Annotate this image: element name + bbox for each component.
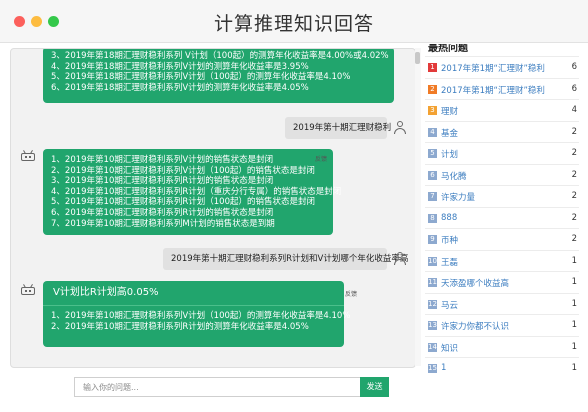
hot-question-item[interactable]: 6 马化腾 2 bbox=[425, 163, 579, 187]
hot-question-item[interactable]: 7 许家力量 2 bbox=[425, 185, 579, 208]
hot-question-item[interactable]: 5 计划 2 bbox=[425, 142, 579, 165]
question-count: 1 bbox=[571, 320, 577, 330]
robot-avatar-icon bbox=[21, 283, 35, 296]
hot-question-item[interactable]: 2 2017年第1期“汇理财”稳利 6 bbox=[425, 77, 579, 101]
user-avatar-icon bbox=[394, 252, 406, 266]
hot-question-item[interactable]: 8 888 2 bbox=[425, 206, 579, 230]
hot-question-item[interactable]: 11 天添盈哪个收益高 1 bbox=[425, 271, 579, 294]
question-count: 1 bbox=[571, 341, 577, 352]
hot-question-link[interactable]: 1 bbox=[441, 363, 561, 373]
question-count: 2 bbox=[571, 212, 577, 223]
user-message: 2019年第十期汇理财稳利 bbox=[285, 117, 391, 139]
bot-message-line: 5、2019年第10期汇理财稳利系列R计划（100起）的销售状态是封闭 bbox=[51, 197, 315, 208]
rank-badge: 12 bbox=[428, 299, 437, 309]
bot-message-line: 4、2019年第10期汇理财稳利系列R计划（重庆分行专属）的销售状态是封闭 bbox=[51, 186, 342, 197]
question-count: 2 bbox=[571, 169, 577, 180]
rank-badge: 11 bbox=[428, 278, 437, 287]
hot-question-link[interactable]: 王磊 bbox=[441, 256, 561, 268]
bot-message-line: 6、2019年第10期汇理财稳利系列R计划的销售状态是封闭 bbox=[51, 207, 274, 218]
hot-question-link[interactable]: 理财 bbox=[441, 105, 561, 117]
hot-question-link[interactable]: 基金 bbox=[441, 127, 561, 139]
rank-badge: 2 bbox=[428, 84, 437, 94]
hot-question-item[interactable]: 15 1 1 bbox=[425, 357, 579, 374]
rank-badge: 15 bbox=[428, 364, 437, 373]
chat-scrollbar[interactable] bbox=[415, 48, 421, 366]
chat-scrollbar-thumb[interactable] bbox=[415, 52, 420, 64]
sidebar-title: 最热问题 bbox=[428, 44, 468, 54]
question-count: 4 bbox=[571, 105, 577, 115]
bot-message: 1、2019年第10期汇理财稳利系列V计划的销售状态是封闭 2、2019年第10… bbox=[43, 149, 342, 235]
bot-message-line: 4、2019年第18期汇理财稳利系列V计划的测算年化收益率是3.95% bbox=[51, 61, 309, 72]
question-count: 1 bbox=[571, 255, 577, 266]
app-window: 计算推理知识回答 3、2019年第18期汇理财稳利系列 V计划（100起）的测算… bbox=[0, 0, 588, 412]
question-count: 6 bbox=[571, 62, 577, 72]
rank-badge: 8 bbox=[428, 213, 437, 223]
question-input[interactable] bbox=[74, 377, 361, 397]
hot-question-link[interactable]: 2017年第1期“汇理财”稳利 bbox=[441, 84, 561, 96]
rank-badge: 14 bbox=[428, 342, 437, 352]
send-button[interactable]: 发送 bbox=[360, 377, 389, 397]
answer-headline: V计划比R计划高0.05% bbox=[43, 281, 344, 306]
hot-question-link[interactable]: 许家力你都不认识 bbox=[441, 320, 561, 332]
question-count: 2 bbox=[571, 234, 577, 244]
rank-badge: 9 bbox=[428, 235, 437, 244]
question-count: 6 bbox=[571, 83, 577, 94]
question-count: 2 bbox=[571, 191, 577, 201]
feedback-link[interactable]: 反馈 bbox=[345, 289, 357, 298]
hot-question-link[interactable]: 知识 bbox=[441, 342, 561, 354]
hot-question-item[interactable]: 4 基金 2 bbox=[425, 120, 579, 144]
title-bar: 计算推理知识回答 bbox=[0, 0, 588, 43]
question-count: 2 bbox=[571, 126, 577, 137]
bot-message-line: 6、2019年第18期汇理财稳利系列V计划的测算年化收益率是4.05% bbox=[51, 82, 309, 93]
window-title: 计算推理知识回答 bbox=[213, 13, 374, 35]
rank-badge: 1 bbox=[428, 63, 437, 72]
question-count: 1 bbox=[571, 298, 577, 309]
hot-question-link[interactable]: 币种 bbox=[441, 234, 561, 246]
rank-badge: 6 bbox=[428, 170, 437, 180]
rank-badge: 3 bbox=[428, 106, 437, 115]
user-message: 2019年第十期汇理财稳利系列R计划和V计划哪个年化收益率高 bbox=[163, 248, 408, 270]
bot-message-line: 7、2019年第10期汇理财稳利系列M计划的销售状态是到期 bbox=[51, 218, 275, 229]
hot-question-item[interactable]: 3 理财 4 bbox=[425, 99, 579, 122]
hot-question-link[interactable]: 马云 bbox=[441, 299, 561, 311]
question-count: 1 bbox=[571, 277, 577, 287]
bot-message-line: 5、2019年第18期汇理财稳利系列V计划（100起）的测算年化收益率是4.10… bbox=[51, 72, 351, 83]
hot-question-link[interactable]: 许家力量 bbox=[441, 191, 561, 203]
hot-question-link[interactable]: 888 bbox=[441, 213, 561, 223]
hot-questions-sidebar: 最热问题 1 2017年第1期“汇理财”稳利 6 2 2017年第1期“汇理财”稳利 6 3… bbox=[425, 44, 583, 374]
hot-question-item[interactable]: 9 币种 2 bbox=[425, 228, 579, 251]
rank-badge: 13 bbox=[428, 321, 437, 330]
rank-badge: 10 bbox=[428, 256, 437, 266]
hot-question-item[interactable]: 1 2017年第1期“汇理财”稳利 6 bbox=[425, 56, 579, 79]
hot-question-link[interactable]: 计划 bbox=[441, 148, 561, 160]
chat-panel[interactable]: 3、2019年第18期汇理财稳利系列 V计划（100起）的测算年化收益率是4.0… bbox=[10, 48, 416, 368]
hot-question-item[interactable]: 12 马云 1 bbox=[425, 292, 579, 316]
bot-message-line: 1、2019年第10期汇理财稳利系列V计划的销售状态是封闭 bbox=[51, 155, 274, 165]
user-avatar-icon bbox=[394, 121, 406, 135]
bot-message: 3、2019年第18期汇理财稳利系列 V计划（100起）的测算年化收益率是4.0… bbox=[43, 49, 394, 103]
hot-question-item[interactable]: 13 许家力你都不认识 1 bbox=[425, 314, 579, 337]
bot-message-line: 2、2019年第10期汇理财稳利系列V计划（100起）的销售状态是封闭 bbox=[51, 165, 315, 176]
question-count: 1 bbox=[571, 363, 577, 373]
hot-question-link[interactable]: 马化腾 bbox=[441, 170, 561, 182]
robot-avatar-icon bbox=[21, 149, 35, 162]
bot-message-line: 3、2019年第10期汇理财稳利系列R计划的销售状态是封闭 bbox=[51, 176, 274, 187]
bot-message-line: 1、2019年第10期汇理财稳利系列V计划（100起）的测算年化收益率是4.10… bbox=[51, 311, 351, 321]
hot-question-item[interactable]: 14 知识 1 bbox=[425, 335, 579, 359]
rank-badge: 7 bbox=[428, 192, 437, 201]
bot-answer-card: V计划比R计划高0.05% 1、2019年第10期汇理财稳利系列V计划（100起… bbox=[43, 281, 351, 347]
rank-badge: 4 bbox=[428, 127, 437, 137]
feedback-link[interactable]: 反馈 bbox=[315, 154, 327, 163]
hot-question-link[interactable]: 天添盈哪个收益高 bbox=[441, 277, 561, 289]
hot-question-item[interactable]: 10 王磊 1 bbox=[425, 249, 579, 273]
question-count: 2 bbox=[571, 148, 577, 158]
bot-message-line: 2、2019年第10期汇理财稳利系列R计划的测算年化收益率是4.05% bbox=[51, 321, 309, 332]
hot-question-link[interactable]: 2017年第1期“汇理财”稳利 bbox=[441, 62, 561, 74]
bot-message-line: 3、2019年第18期汇理财稳利系列 V计划（100起）的测算年化收益率是4.0… bbox=[51, 51, 389, 61]
rank-badge: 5 bbox=[428, 149, 437, 158]
